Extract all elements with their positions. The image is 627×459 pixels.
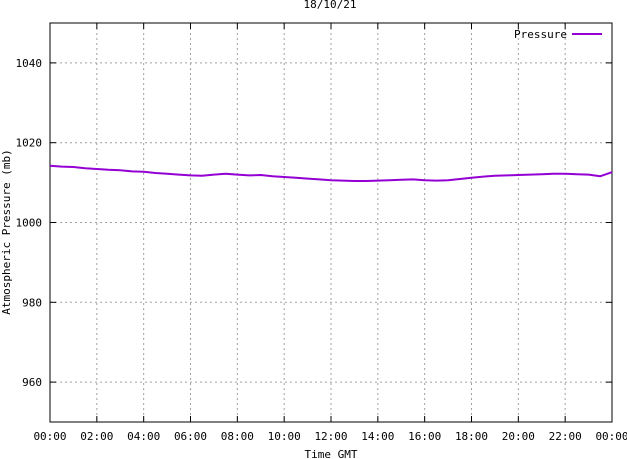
x-tick-label: 18:00 xyxy=(455,430,488,443)
legend: Pressure xyxy=(514,28,602,41)
y-tick-label: 1000 xyxy=(16,217,43,230)
y-tick-labels: 960 980 1000 1020 1040 xyxy=(16,57,43,389)
x-tick-label: 12:00 xyxy=(314,430,347,443)
x-tick-label: 14:00 xyxy=(361,430,394,443)
x-tick-label: 06:00 xyxy=(174,430,207,443)
pressure-chart: 18/10/21 00:00 02:00 04:00 06:00 08:00 10:00 1… xyxy=(0,0,627,459)
y-tick-label: 1020 xyxy=(16,137,43,150)
x-tick-label: 20:00 xyxy=(502,430,535,443)
x-tick-label: 04:00 xyxy=(127,430,160,443)
y-tick-label: 960 xyxy=(22,376,42,389)
x-tick-label: 00:00 xyxy=(33,430,66,443)
x-tick-label: 22:00 xyxy=(549,430,582,443)
y-tick-label: 1040 xyxy=(16,57,43,70)
x-tick-label: 00:00 xyxy=(595,430,627,443)
x-axis-label: Time GMT xyxy=(305,448,358,459)
x-tick-label: 08:00 xyxy=(221,430,254,443)
x-tick-label: 16:00 xyxy=(408,430,441,443)
x-tick-label: 10:00 xyxy=(268,430,301,443)
chart-title: 18/10/21 xyxy=(304,0,357,11)
y-axis-label: Atmospheric Pressure (mb) xyxy=(0,149,13,315)
grid-lines xyxy=(50,23,612,422)
legend-label-pressure: Pressure xyxy=(514,28,567,41)
x-tick-label: 02:00 xyxy=(80,430,113,443)
x-tick-labels: 00:00 02:00 04:00 06:00 08:00 10:00 12:00 14:00… xyxy=(33,430,627,443)
y-tick-label: 980 xyxy=(22,296,42,309)
